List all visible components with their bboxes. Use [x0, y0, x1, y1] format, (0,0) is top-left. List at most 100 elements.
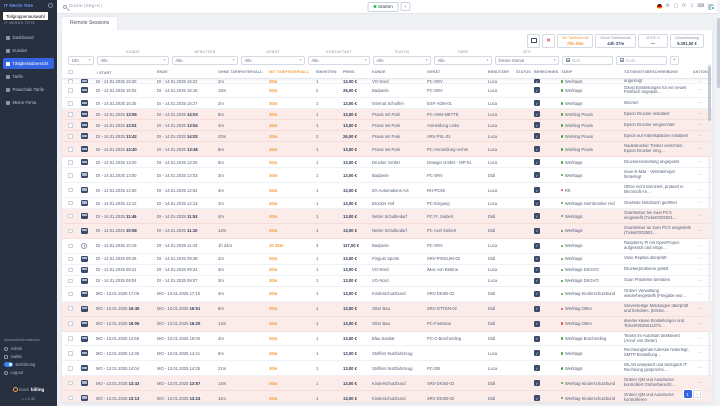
row-checkbox[interactable] [68, 201, 73, 206]
account-item-einführung[interactable]: Einführung [4, 362, 53, 367]
row-checkbox[interactable] [68, 336, 73, 341]
row-actions-button[interactable]: ⋯ [693, 146, 708, 152]
column-header-tätigkeitsbeschreibung[interactable]: TÄTIGKEITSBESCHREIBUNG [624, 70, 691, 74]
berechnen-toggle[interactable]: ✓ [534, 350, 540, 356]
account-item-admin[interactable]: Admin [4, 346, 53, 351]
row-actions-button[interactable]: ⋯ [693, 187, 708, 193]
row-checkbox[interactable] [68, 268, 73, 273]
column-header-tarif[interactable]: TARIF [561, 70, 622, 74]
fullscreen-icon[interactable]: ▢ [674, 4, 679, 9]
berechnen-toggle[interactable]: ✓ [534, 87, 540, 93]
column-header-benutzer[interactable]: BENUTZER [488, 70, 514, 74]
berechnen-toggle[interactable]: ✓ [534, 200, 540, 206]
berechnen-toggle[interactable]: ✓ [534, 111, 540, 117]
column-header-kunde[interactable]: KUNDE [372, 70, 425, 74]
row-actions-button[interactable]: ⋯ [693, 291, 708, 297]
berechnen-toggle[interactable]: ✓ [534, 256, 540, 262]
row-checkbox[interactable] [68, 351, 73, 356]
berechnen-toggle[interactable]: ✓ [534, 306, 540, 312]
row-actions-button[interactable]: ⋯ [693, 243, 708, 249]
download-icon[interactable]: ⇩ [690, 4, 694, 9]
keyboard-icon[interactable]: ⌨ [697, 4, 704, 9]
row-actions-button[interactable]: ⋯ [693, 365, 708, 371]
filter-select-tarif[interactable]: Alle▾ [434, 56, 492, 65]
row-checkbox[interactable] [68, 229, 73, 234]
row-actions-button[interactable]: ⋯ [693, 100, 708, 106]
berechnen-toggle[interactable]: ✓ [534, 122, 540, 128]
add-filter-button[interactable]: + [670, 56, 679, 65]
column-header-gerät[interactable]: GERÄT [427, 70, 486, 74]
row-checkbox[interactable] [68, 173, 73, 178]
page-current[interactable]: 1 [684, 390, 692, 398]
sidebar-item-kunden[interactable]: Kunden [3, 45, 54, 56]
berechnen-toggle[interactable]: ✓ [534, 100, 540, 106]
row-checkbox[interactable] [68, 292, 73, 297]
berechnen-toggle[interactable]: ✓ [534, 172, 540, 178]
date-start-input[interactable] [572, 58, 610, 63]
berechnen-toggle[interactable]: ✓ [534, 365, 540, 371]
row-checkbox[interactable] [68, 101, 73, 106]
row-checkbox[interactable] [68, 88, 73, 93]
row-checkbox[interactable] [68, 366, 73, 371]
row-checkbox[interactable] [68, 244, 73, 249]
date-end-input[interactable] [626, 58, 664, 63]
account-item-logout[interactable]: Logout [4, 370, 53, 375]
sidebar-item-tarife[interactable]: Tarife [3, 71, 54, 82]
berechnen-toggle[interactable]: ✓ [534, 228, 540, 234]
berechnen-toggle[interactable]: ✓ [534, 267, 540, 273]
berechnen-toggle[interactable]: ✓ [534, 243, 540, 249]
filter-select-zeit[interactable]: Dieser Monat▾ [495, 56, 559, 65]
row-checkbox[interactable] [68, 188, 73, 193]
berechnen-toggle[interactable]: ✓ [534, 133, 540, 139]
filter-select-benutzer[interactable]: Alle▾ [172, 56, 238, 65]
sidebar-item-dashboard[interactable]: Dashboard [3, 32, 54, 43]
row-actions-button[interactable]: ⋯ [693, 111, 708, 117]
row-actions-button[interactable]: ⋯ [693, 306, 708, 312]
sidebar-item-pauschale-tarife[interactable]: Pauschale Tarife [3, 84, 54, 95]
berechnen-toggle[interactable]: ✓ [534, 321, 540, 327]
sidebar-item-t-tigkeits-bersicht[interactable]: Tätigkeitsübersicht [3, 58, 54, 69]
refresh-icon[interactable]: ⟳ [682, 4, 686, 9]
row-checkbox[interactable] [68, 134, 73, 139]
filter-select-kontaktart[interactable]: Alle▾ [308, 56, 370, 65]
start-session-button[interactable]: Starten [367, 2, 399, 12]
sidebar-item-meine-firma[interactable]: Meine Firma [3, 97, 54, 108]
row-actions-button[interactable]: ⋯ [693, 159, 708, 165]
row-checkbox[interactable] [68, 396, 73, 401]
row-actions-button[interactable]: ⋯ [693, 133, 708, 139]
column-header-mit-tarifintervall[interactable]: MIT TARIFINTERVALL [269, 70, 314, 74]
column-header-preis[interactable]: PREIS [343, 70, 370, 74]
select-all-checkbox[interactable] [68, 70, 73, 75]
filter-select-status[interactable]: Alle▾ [373, 56, 431, 65]
row-actions-button[interactable]: ⋯ [693, 122, 708, 128]
row-checkbox[interactable] [68, 147, 73, 152]
column-header-ende[interactable]: ENDE [157, 70, 216, 74]
german-flag-icon[interactable] [657, 4, 663, 10]
table-scrollbar-thumb[interactable] [708, 66, 711, 121]
row-actions-button[interactable]: ⋯ [693, 267, 708, 273]
row-actions-button[interactable]: ⋯ [693, 256, 708, 262]
berechnen-toggle[interactable]: ✓ [534, 146, 540, 152]
berechnen-toggle[interactable]: ✓ [534, 159, 540, 165]
column-header-aktionen[interactable]: AKTIONEN [693, 70, 708, 74]
berechnen-toggle[interactable]: ✓ [534, 278, 540, 284]
row-actions-button[interactable]: ⋯ [693, 278, 708, 284]
row-actions-button[interactable]: ⋯ [693, 228, 708, 234]
row-checkbox[interactable] [68, 306, 73, 311]
filter-select-pagesize[interactable]: 100▾ [68, 56, 94, 65]
column-header-einheiten[interactable]: EINHEITEN [316, 70, 341, 74]
berechnen-toggle[interactable]: ✓ [534, 187, 540, 193]
berechnen-toggle[interactable]: ✓ [534, 380, 540, 386]
search-input[interactable] [69, 4, 179, 9]
row-checkbox[interactable] [68, 279, 73, 284]
berechnen-toggle[interactable]: ✓ [534, 336, 540, 342]
page-next-button[interactable]: › [693, 390, 701, 398]
row-actions-button[interactable]: ⋯ [693, 213, 708, 219]
row-actions-button[interactable]: ⋯ [693, 336, 708, 342]
row-actions-button[interactable]: ⋯ [693, 172, 708, 178]
settings-icon[interactable]: ⚙ [666, 4, 670, 9]
row-checkbox[interactable] [68, 321, 73, 326]
sidebar-toggle-icon[interactable] [48, 3, 53, 8]
row-checkbox[interactable] [68, 123, 73, 128]
clear-filter-button[interactable]: ✕ [542, 34, 555, 48]
